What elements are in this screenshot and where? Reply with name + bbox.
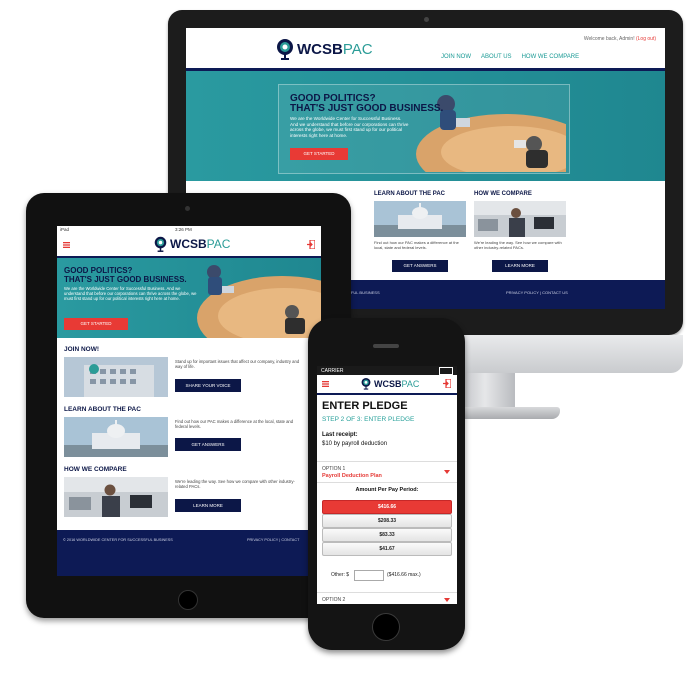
step-indicator: STEP 2 OF 3: ENTER PLEDGE (322, 416, 415, 423)
tablet-logo[interactable]: WCSBPAC (154, 236, 230, 252)
last-receipt-label: Last receipt: (322, 432, 358, 438)
amount-option-4[interactable]: $41.67 (322, 542, 452, 556)
other-amount-input[interactable] (354, 570, 384, 581)
tablet-home-button[interactable] (178, 590, 198, 610)
battery-icon (439, 367, 453, 375)
learn-pac-title: LEARN ABOUT THE PAC (64, 406, 141, 413)
how-compare-title: HOW WE COMPARE (64, 466, 127, 473)
desktop-camera (424, 17, 429, 22)
tablet-hero-title: GOOD POLITICS? THAT'S JUST GOOD BUSINESS… (64, 266, 187, 284)
nav-how-we-compare[interactable]: HOW WE COMPARE (522, 54, 580, 60)
globe-mic-icon (277, 39, 293, 60)
building-image (64, 357, 168, 397)
divider (317, 592, 457, 593)
hero-title: GOOD POLITICS? THAT'S JUST GOOD BUSINESS… (290, 93, 444, 114)
tablet-camera (185, 206, 190, 211)
main-nav: JOIN NOW ABOUT US HOW WE COMPARE (441, 54, 579, 60)
phone-speaker (373, 344, 399, 348)
option-2-label: OPTION 2 (322, 597, 346, 603)
phone-home-button[interactable] (372, 613, 400, 641)
share-voice-button[interactable]: SHARE YOUR VOICE (175, 379, 241, 392)
nav-about-us[interactable]: ABOUT US (481, 54, 512, 60)
amount-option-2[interactable]: $208.33 (322, 514, 452, 528)
site-logo[interactable]: WCSBPAC (276, 38, 373, 60)
phone-screen: CARRIER WCSBPAC ENTER PLEDGE STEP 2 OF 3… (317, 366, 457, 604)
capitol-image (64, 417, 168, 457)
learn-pac-title: LEARN ABOUT THE PAC (374, 191, 445, 197)
logout-link[interactable]: (Log out) (636, 36, 656, 42)
tablet-header: WCSBPAC (57, 234, 321, 258)
globe-mic-icon (361, 377, 371, 390)
how-compare-text: We're leading the way. See how we compar… (175, 479, 295, 490)
learn-pac-text: Find out how our PAC makes a difference … (374, 240, 459, 250)
chevron-down-icon[interactable] (444, 598, 450, 602)
tablet-hero-photo (192, 258, 321, 338)
tablet-footer: © 2016 WORLDWIDE CENTER FOR SUCCESSFUL B… (57, 530, 321, 576)
get-answers-button[interactable]: GET ANSWERS (392, 260, 448, 272)
menu-icon[interactable] (322, 381, 329, 387)
footer-links[interactable]: PRIVACY POLICY | CONTACT US (506, 290, 568, 295)
welcome-message: Welcome back, Admin! (Log out) (583, 36, 656, 42)
phone-header: WCSBPAC (317, 375, 457, 395)
how-compare-title: HOW WE COMPARE (474, 191, 532, 197)
divider (317, 482, 457, 483)
amount-per-period-label: Amount Per Pay Period: (355, 487, 419, 493)
learn-more-button[interactable]: LEARN MORE (492, 260, 548, 272)
join-now-text: Stand up for important issues that affec… (175, 359, 300, 370)
tablet-learn-more-button[interactable]: LEARN MORE (175, 499, 241, 512)
get-started-button[interactable]: GET STARTED (290, 148, 348, 160)
tablet-screen: iPad 3:26 PM WCSBPAC GOOD POLITICS? THAT… (57, 226, 321, 576)
how-compare-text: We're leading the way. See how we compar… (474, 240, 562, 250)
amount-option-1[interactable]: $416.66 (322, 500, 452, 514)
last-receipt-value: $10 by payroll deduction (322, 441, 388, 447)
phone-logo[interactable]: WCSBPAC (361, 377, 419, 390)
option-1-label: OPTION 1 (322, 466, 346, 472)
globe-mic-icon (154, 236, 167, 252)
join-now-title: JOIN NOW! (64, 346, 100, 353)
tablet-status-bar: iPad 3:26 PM (57, 226, 321, 234)
office-image (64, 477, 168, 517)
nav-join-now[interactable]: JOIN NOW (441, 54, 471, 60)
other-amount-label: Other: $ (331, 572, 350, 578)
office-image (474, 201, 566, 237)
tablet-get-answers-button[interactable]: GET ANSWERS (175, 438, 241, 451)
phone-status-bar: CARRIER (317, 366, 457, 375)
chevron-down-icon[interactable] (444, 470, 450, 474)
menu-icon[interactable] (63, 242, 70, 248)
hero-text: We are the Worldwide Center for Successf… (290, 116, 409, 138)
footer-copyright: © 2016 WORLDWIDE CENTER FOR SUCCESSFUL B… (63, 538, 173, 542)
tablet-hero-text: We are the Worldwide Center for Successf… (64, 286, 197, 302)
logout-icon[interactable] (307, 240, 315, 249)
footer-links[interactable]: PRIVACY POLICY | CONTACT (247, 538, 299, 542)
page-title: ENTER PLEDGE (322, 400, 408, 412)
learn-pac-text: Find out how our PAC makes a difference … (175, 419, 294, 430)
divider (317, 461, 457, 462)
payroll-plan-label[interactable]: Payroll Deduction Plan (322, 473, 382, 479)
capitol-image (374, 201, 466, 237)
amount-option-3[interactable]: $83.33 (322, 528, 452, 542)
other-amount-max: ($416.66 max.) (387, 572, 421, 578)
logout-icon[interactable] (443, 379, 451, 388)
tablet-get-started-button[interactable]: GET STARTED (64, 318, 128, 330)
